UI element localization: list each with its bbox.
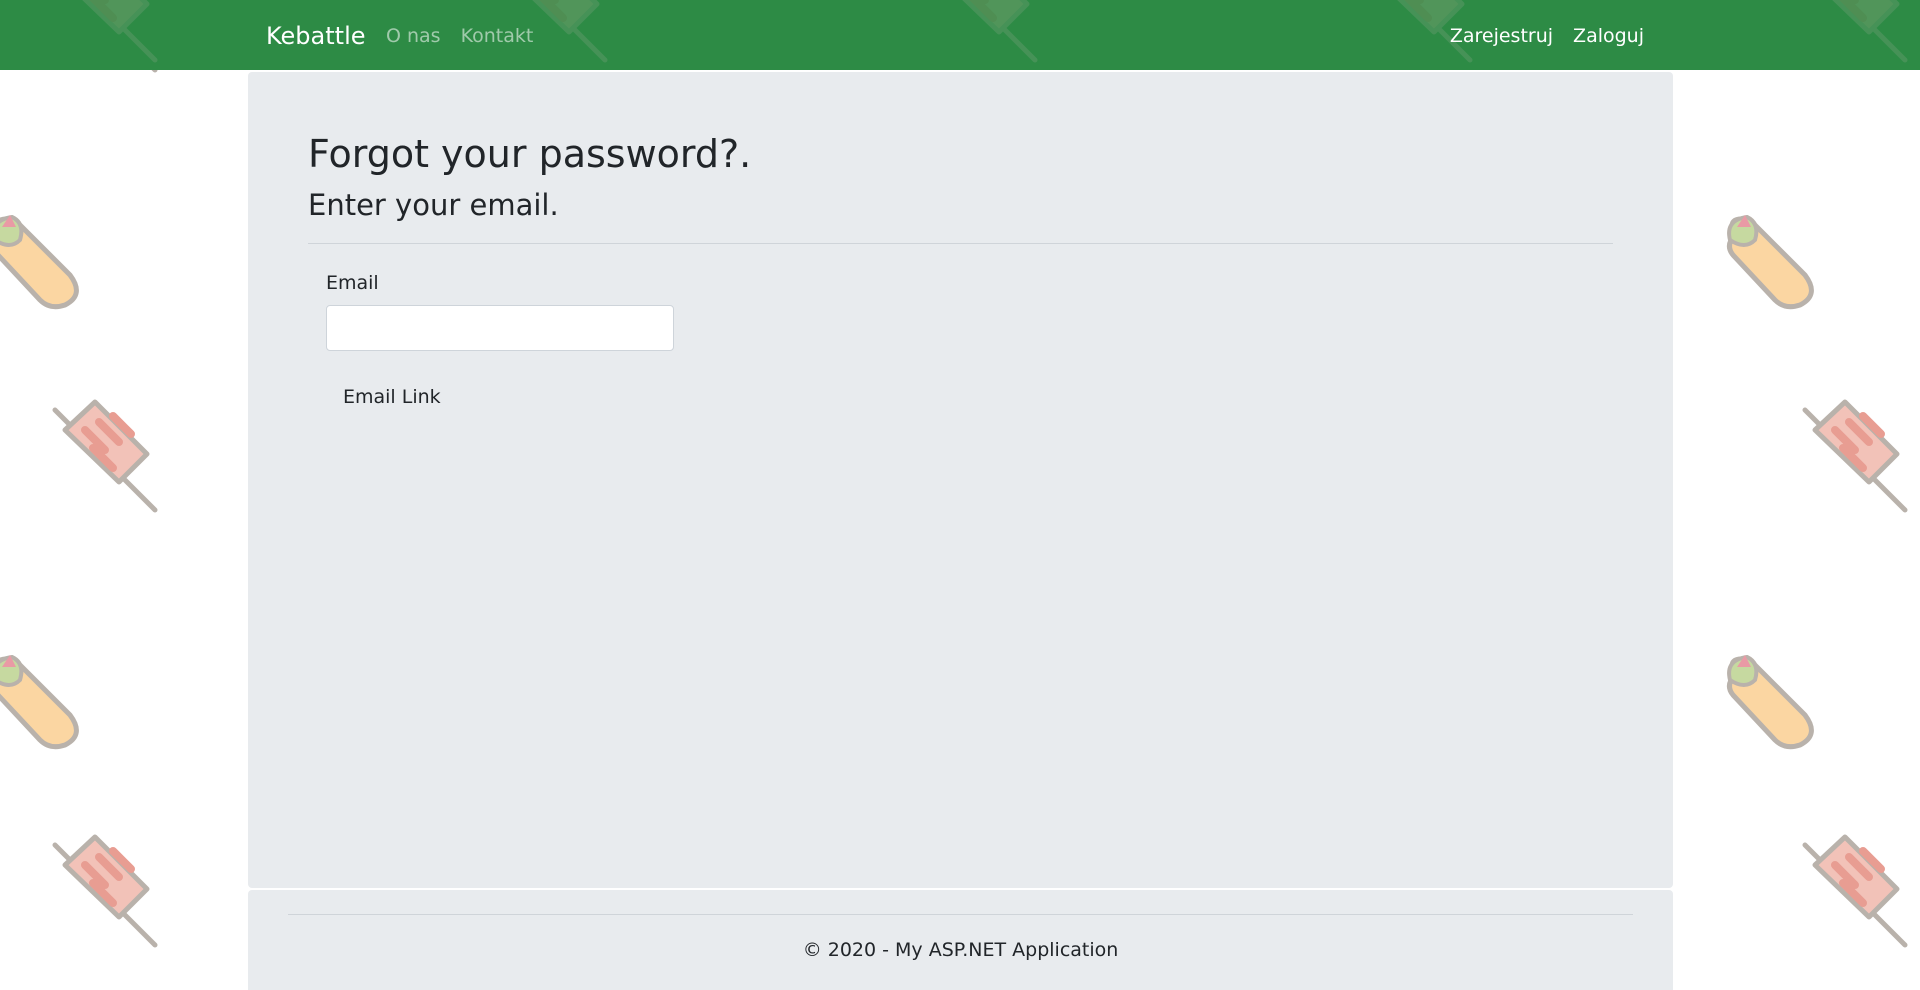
footer: © 2020 - My ASP.NET Application	[248, 890, 1673, 990]
email-link-button[interactable]: Email Link	[326, 375, 458, 419]
nav-left: O nas Kontakt	[386, 22, 533, 50]
email-label: Email	[326, 272, 379, 294]
nav-link-contact[interactable]: Kontakt	[461, 22, 534, 50]
brand-link[interactable]: Kebattle	[266, 20, 366, 52]
divider	[308, 243, 1613, 244]
nav-link-about[interactable]: O nas	[386, 22, 441, 50]
nav-right: Zarejestruj Zaloguj	[1450, 22, 1644, 50]
nav-link-login[interactable]: Zaloguj	[1573, 22, 1644, 50]
nav-link-register[interactable]: Zarejestruj	[1450, 22, 1553, 50]
main-panel: Forgot your password?. Enter your email.…	[248, 72, 1673, 888]
footer-copyright: © 2020 - My ASP.NET Application	[802, 939, 1119, 961]
page-subtitle: Enter your email.	[308, 188, 559, 222]
footer-divider	[288, 914, 1633, 915]
page-title: Forgot your password?.	[308, 132, 752, 176]
email-field[interactable]	[326, 305, 674, 351]
